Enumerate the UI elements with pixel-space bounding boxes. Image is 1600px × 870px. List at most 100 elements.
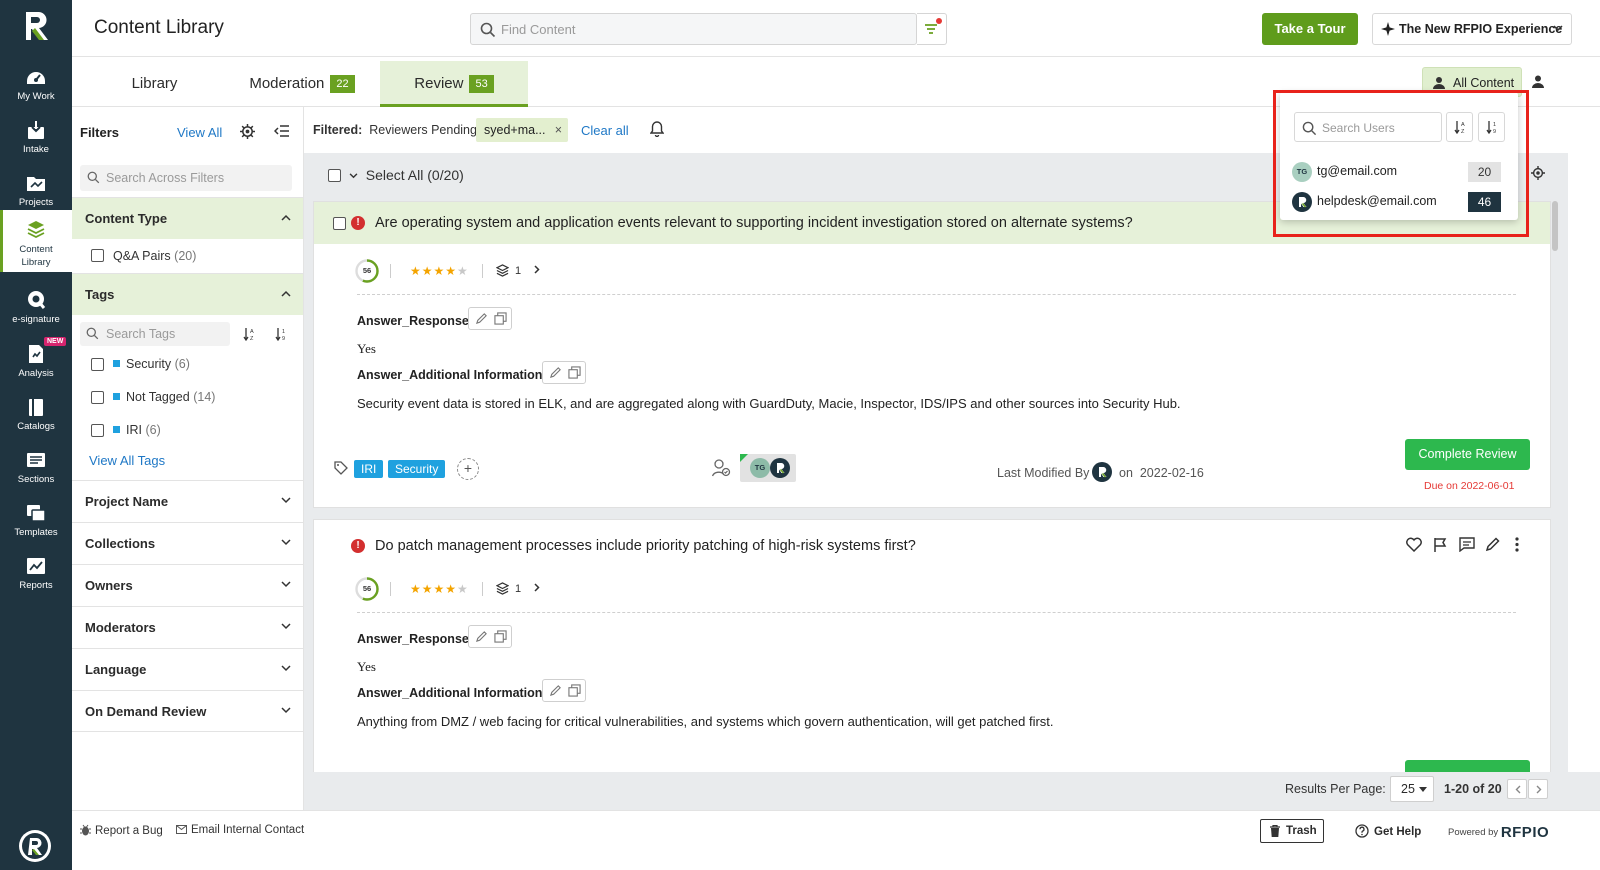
rfpio-round-logo-icon[interactable] <box>18 829 52 863</box>
reviewer-avatars[interactable]: TG <box>740 454 796 482</box>
chevron-down-icon[interactable] <box>349 173 358 179</box>
filter-section-moderators[interactable]: Moderators <box>72 606 303 648</box>
question-title[interactable]: Do patch management processes include pr… <box>375 538 916 554</box>
filters-title: Filters <box>80 125 120 140</box>
filter-section-project-name[interactable]: Project Name <box>72 480 303 522</box>
nav-content-library[interactable]: Content Library <box>0 210 72 272</box>
nav-catalogs[interactable]: Catalogs <box>0 390 72 442</box>
filter-section-language[interactable]: Language <box>72 648 303 690</box>
advanced-filter-button[interactable] <box>917 13 947 45</box>
sort-count-icon[interactable]: 19 <box>275 327 288 341</box>
svg-text:9: 9 <box>282 336 285 341</box>
star-rating[interactable]: ★★★★★ <box>410 582 469 596</box>
tag-chip[interactable]: IRI <box>354 460 384 478</box>
collapse-panel-icon[interactable] <box>274 124 289 138</box>
nav-label: Catalogs <box>17 421 55 432</box>
rfpio-logo-icon[interactable] <box>20 8 52 44</box>
gear-icon[interactable] <box>240 124 255 139</box>
tag-checkbox-not-tagged[interactable] <box>91 391 104 404</box>
sort-az-icon[interactable]: AZ <box>243 327 256 341</box>
content-card: ! Are operating system and application e… <box>313 201 1551 508</box>
add-tag-button[interactable]: + <box>457 458 479 480</box>
star-rating[interactable]: ★★★★★ <box>410 264 469 278</box>
section-title: Owners <box>85 578 133 593</box>
chevron-right-icon <box>534 265 540 274</box>
bottom-bar: Report a Bug Email Internal Contact Tras… <box>72 810 1600 870</box>
get-help-link[interactable]: Get Help <box>1355 824 1421 838</box>
next-page-button[interactable] <box>1528 779 1548 799</box>
new-experience-dropdown[interactable]: The New RFPIO Experience <box>1372 13 1572 45</box>
tab-review[interactable]: Review 53 <box>380 61 528 107</box>
item-count: (6) <box>145 423 161 437</box>
nav-templates[interactable]: Templates <box>0 496 72 548</box>
page-title: Content Library <box>94 17 224 38</box>
nav-intake[interactable]: Intake <box>0 113 72 165</box>
tag-checkbox-security[interactable] <box>91 358 104 371</box>
content-card: ! Do patch management processes include … <box>313 519 1551 772</box>
search-across-filters-input[interactable]: Search Across Filters <box>80 165 292 191</box>
filtered-title: Filtered: <box>313 123 363 137</box>
nav-label: Reports <box>19 580 53 591</box>
caret-down-icon <box>1419 787 1427 792</box>
dashboard-icon <box>25 66 47 88</box>
find-content-input[interactable]: Find Content <box>470 13 917 45</box>
card-checkbox[interactable] <box>333 217 346 230</box>
versions-indicator[interactable]: 1 <box>496 264 540 277</box>
select-all-control[interactable]: Select All (0/20) <box>328 167 464 183</box>
versions-indicator[interactable]: 1 <box>496 582 540 595</box>
tag-checkbox-iri[interactable] <box>91 424 104 437</box>
content-type-section-header[interactable]: Content Type <box>72 197 303 239</box>
prev-page-button[interactable] <box>1507 779 1527 799</box>
comment-icon[interactable] <box>1459 537 1475 552</box>
powered-by-label: Powered by <box>1448 827 1499 838</box>
nav-sections[interactable]: Sections <box>0 443 72 495</box>
view-all-filters-link[interactable]: View All <box>177 125 222 140</box>
tab-library[interactable]: Library <box>102 61 207 107</box>
filter-section-owners[interactable]: Owners <box>72 564 303 606</box>
copy-icon[interactable] <box>494 630 507 643</box>
scrollbar-thumb[interactable] <box>1552 201 1558 251</box>
view-all-tags-link[interactable]: View All Tags <box>89 453 165 468</box>
pencil-icon[interactable] <box>549 366 562 379</box>
tags-section-header[interactable]: Tags <box>72 273 303 315</box>
report-bug-link[interactable]: Report a Bug <box>80 824 163 837</box>
filter-section-on-demand-review[interactable]: On Demand Review <box>72 690 303 732</box>
copy-icon[interactable] <box>568 684 581 697</box>
complete-review-button[interactable]: Complete Review <box>1405 439 1530 470</box>
edit-copy-buttons <box>468 625 512 648</box>
nav-my-work[interactable]: My Work <box>0 60 72 112</box>
bell-icon[interactable] <box>650 121 664 137</box>
email-contact-link[interactable]: Email Internal Contact <box>176 824 304 836</box>
nav-esignature[interactable]: e-signature <box>0 283 72 335</box>
clear-all-link[interactable]: Clear all <box>581 123 629 138</box>
pencil-icon[interactable] <box>1485 537 1500 552</box>
heart-icon[interactable] <box>1406 537 1422 552</box>
flag-icon[interactable] <box>1433 537 1447 552</box>
take-a-tour-button[interactable]: Take a Tour <box>1262 13 1358 45</box>
content-type-checkbox[interactable] <box>91 249 104 262</box>
question-title[interactable]: Are operating system and application eve… <box>375 215 1133 231</box>
tag-item-not-tagged: Not Tagged (14) <box>113 390 215 404</box>
select-all-checkbox[interactable] <box>328 169 341 182</box>
filter-section-collections[interactable]: Collections <box>72 522 303 564</box>
nav-reports[interactable]: Reports <box>0 549 72 601</box>
copy-icon[interactable] <box>568 366 581 379</box>
section-title: Moderators <box>85 620 156 635</box>
list-settings-gear-icon[interactable] <box>1531 166 1545 180</box>
pencil-icon[interactable] <box>475 312 488 325</box>
tab-moderation[interactable]: Moderation 22 <box>232 61 372 107</box>
pencil-icon[interactable] <box>549 684 562 697</box>
search-icon <box>86 327 99 340</box>
pencil-icon[interactable] <box>475 630 488 643</box>
tag-chip[interactable]: Security <box>388 460 446 478</box>
results-per-page-select[interactable]: 25 <box>1390 776 1434 802</box>
nav-analysis[interactable]: NEW Analysis <box>0 337 72 389</box>
close-icon[interactable]: × <box>555 118 562 142</box>
trash-button[interactable]: Trash <box>1260 819 1324 843</box>
copy-icon[interactable] <box>494 312 507 325</box>
more-options-icon[interactable] <box>1515 537 1519 552</box>
search-tags-input[interactable]: Search Tags <box>80 322 230 346</box>
report-bug-label: Report a Bug <box>95 825 163 837</box>
highlight-outline <box>1273 90 1529 237</box>
complete-review-button[interactable]: Complete Review <box>1405 760 1530 772</box>
